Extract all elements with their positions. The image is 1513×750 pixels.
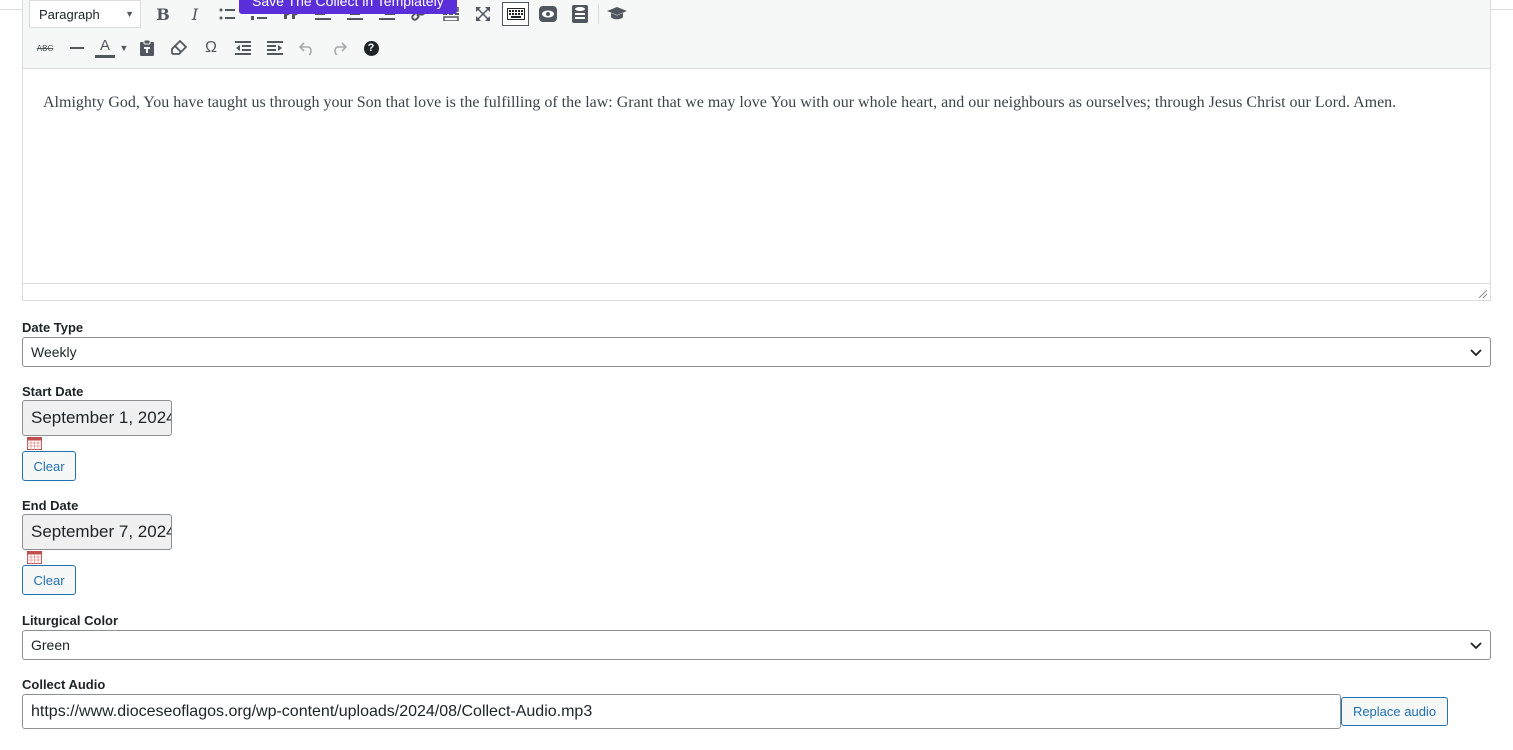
liturgical-color-select[interactable]: Green [22, 630, 1491, 660]
start-date-value: September 1, 2024 [31, 408, 172, 427]
text-color-icon[interactable]: A [93, 33, 117, 63]
format-select[interactable]: Paragraph ▼ [29, 0, 141, 28]
date-type-select[interactable]: Weekly [22, 337, 1491, 367]
strikethrough-icon[interactable]: ABC [29, 33, 61, 63]
resize-handle-icon[interactable] [1479, 290, 1487, 298]
keyboard-icon[interactable] [502, 2, 529, 26]
caret-down-icon: ▼ [125, 9, 134, 19]
start-date-label: Start Date [22, 384, 84, 399]
liturgical-color-label: Liturgical Color [22, 613, 119, 628]
horizontal-line-icon[interactable] [61, 33, 93, 63]
calendar-icon[interactable] [27, 551, 42, 564]
help-icon[interactable]: ? [355, 33, 387, 63]
collect-editor: Paragraph ▼ B I Save The Collect in Temp… [22, 0, 1491, 301]
end-date-label: End Date [22, 498, 79, 513]
format-select-value: Paragraph [39, 6, 100, 22]
clear-formatting-icon[interactable] [163, 33, 195, 63]
toolbar-row-2: ABC A ▼ Ω ? [29, 32, 387, 64]
collect-audio-url-value: https://www.dioceseoflagos.org/wp-conten… [31, 702, 593, 720]
graduation-cap-icon[interactable] [601, 0, 633, 29]
start-date-input[interactable]: September 1, 2024 [22, 400, 172, 436]
indent-icon[interactable] [259, 33, 291, 63]
editor-toolbar: Paragraph ▼ B I Save The Collect in Temp… [23, 0, 1490, 69]
templately-tooltip: Save The Collect in Templately [239, 0, 457, 14]
end-date-clear-button[interactable]: Clear [22, 565, 76, 595]
undo-icon[interactable] [291, 33, 323, 63]
liturgical-color-value: Green [31, 637, 70, 653]
start-date-clear-button[interactable]: Clear [22, 451, 76, 481]
end-date-input[interactable]: September 7, 2024 [22, 514, 172, 550]
bold-icon[interactable]: B [147, 0, 179, 29]
collect-audio-label: Collect Audio [22, 677, 106, 692]
date-type-value: Weekly [31, 344, 77, 360]
special-character-icon[interactable]: Ω [195, 33, 227, 63]
chevron-down-icon [1470, 345, 1482, 360]
fullscreen-icon[interactable] [467, 0, 499, 29]
redo-icon[interactable] [323, 33, 355, 63]
toolbar-separator [598, 4, 599, 24]
editor-content[interactable]: Almighty God, You have taught us through… [43, 88, 1463, 118]
replace-audio-button[interactable]: Replace audio [1341, 697, 1448, 726]
editor-statusbar [23, 283, 1490, 300]
database-icon[interactable] [564, 0, 596, 29]
italic-icon[interactable]: I [179, 0, 211, 29]
date-type-label: Date Type [22, 320, 84, 335]
paste-text-icon[interactable] [131, 33, 163, 63]
calendar-icon[interactable] [27, 437, 42, 450]
end-date-value: September 7, 2024 [31, 522, 172, 541]
collect-audio-url-input[interactable]: https://www.dioceseoflagos.org/wp-conten… [22, 694, 1341, 729]
outdent-icon[interactable] [227, 33, 259, 63]
text-color-dropdown-icon[interactable]: ▼ [117, 33, 131, 63]
preview-icon[interactable] [532, 0, 564, 29]
chevron-down-icon [1470, 638, 1482, 653]
